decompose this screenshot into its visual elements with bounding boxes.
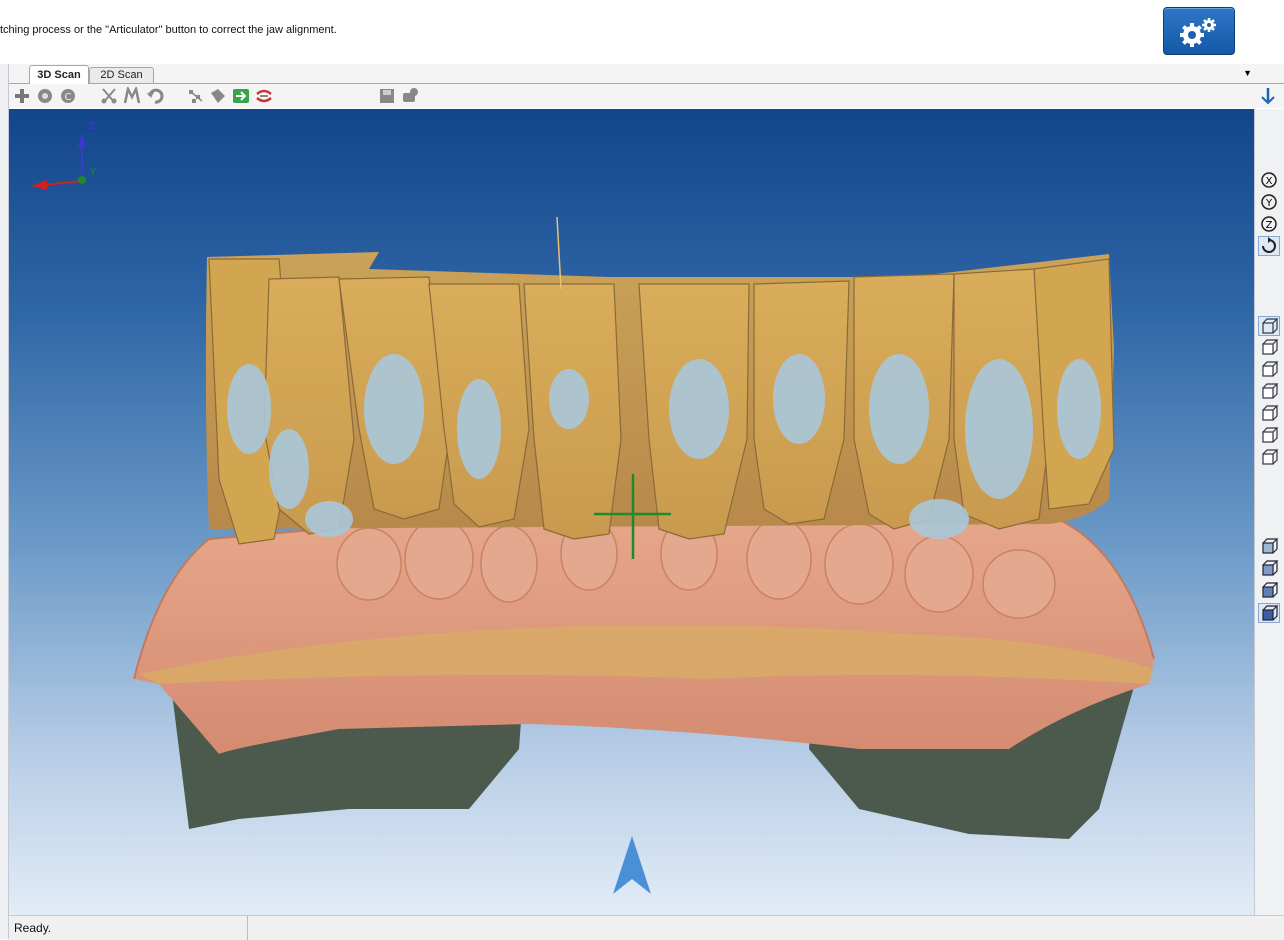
svg-text:C: C (65, 92, 72, 103)
fill-icon[interactable] (209, 87, 227, 105)
axis-y-label: Y (89, 167, 97, 178)
tab-bar: 3D Scan 2D Scan ▼ (9, 64, 1284, 84)
render-mode-4-icon[interactable] (1258, 603, 1280, 623)
view-controls-panel: X Y Z (1254, 109, 1284, 915)
rotate-view-icon[interactable] (1258, 236, 1280, 256)
jaw-scan-model: Z Y (31, 121, 1155, 894)
scan-toolbar: C (9, 84, 1284, 108)
left-panel-edge (0, 64, 9, 939)
articulator-icon[interactable] (255, 87, 273, 105)
view-back-icon[interactable] (1259, 338, 1279, 356)
view-front-icon[interactable] (1258, 316, 1280, 336)
status-divider (247, 916, 248, 940)
axis-z-label: Z (88, 121, 95, 132)
save-icon[interactable] (378, 87, 396, 105)
3d-viewport[interactable]: Z Y (9, 109, 1254, 915)
record-icon[interactable] (36, 87, 54, 105)
svg-text:X: X (1266, 176, 1273, 187)
instruction-text: tching process or the "Articulator" butt… (0, 24, 337, 36)
view-bottom-icon[interactable] (1259, 426, 1279, 444)
view-direction-arrow-icon[interactable] (613, 836, 651, 894)
cut-icon[interactable] (100, 87, 118, 105)
view-y-icon[interactable]: Y (1259, 193, 1279, 211)
svg-text:Z: Z (1266, 220, 1273, 231)
status-text: Ready. (14, 921, 52, 935)
replay-icon[interactable]: C (59, 87, 77, 105)
align-icon[interactable] (187, 87, 205, 105)
tab-menu-dropdown-icon[interactable]: ▼ (1243, 68, 1252, 78)
view-right-icon[interactable] (1259, 382, 1279, 400)
add-icon[interactable] (13, 87, 31, 105)
pin-panel-icon[interactable] (1258, 86, 1278, 106)
view-iso-icon[interactable] (1259, 448, 1279, 466)
render-mode-3-icon[interactable] (1259, 581, 1279, 599)
tab-2d-scan[interactable]: 2D Scan (89, 67, 154, 83)
svg-text:Y: Y (1265, 198, 1273, 209)
export-icon[interactable] (232, 87, 250, 105)
tab-3d-scan[interactable]: 3D Scan (29, 65, 89, 84)
undo-icon[interactable] (146, 87, 164, 105)
status-bar: Ready. (9, 915, 1284, 940)
cut-selection-icon[interactable] (123, 87, 141, 105)
view-top-icon[interactable] (1259, 404, 1279, 422)
view-left-icon[interactable] (1259, 360, 1279, 378)
render-mode-1-icon[interactable] (1259, 537, 1279, 555)
view-x-icon[interactable]: X (1259, 171, 1279, 189)
snapshot-icon[interactable] (401, 87, 419, 105)
settings-button[interactable] (1163, 7, 1235, 55)
axis-gizmo: Z Y (31, 121, 97, 190)
settings-gears-icon (1180, 18, 1216, 47)
render-mode-2-icon[interactable] (1259, 559, 1279, 577)
view-z-icon[interactable]: Z (1259, 215, 1279, 233)
